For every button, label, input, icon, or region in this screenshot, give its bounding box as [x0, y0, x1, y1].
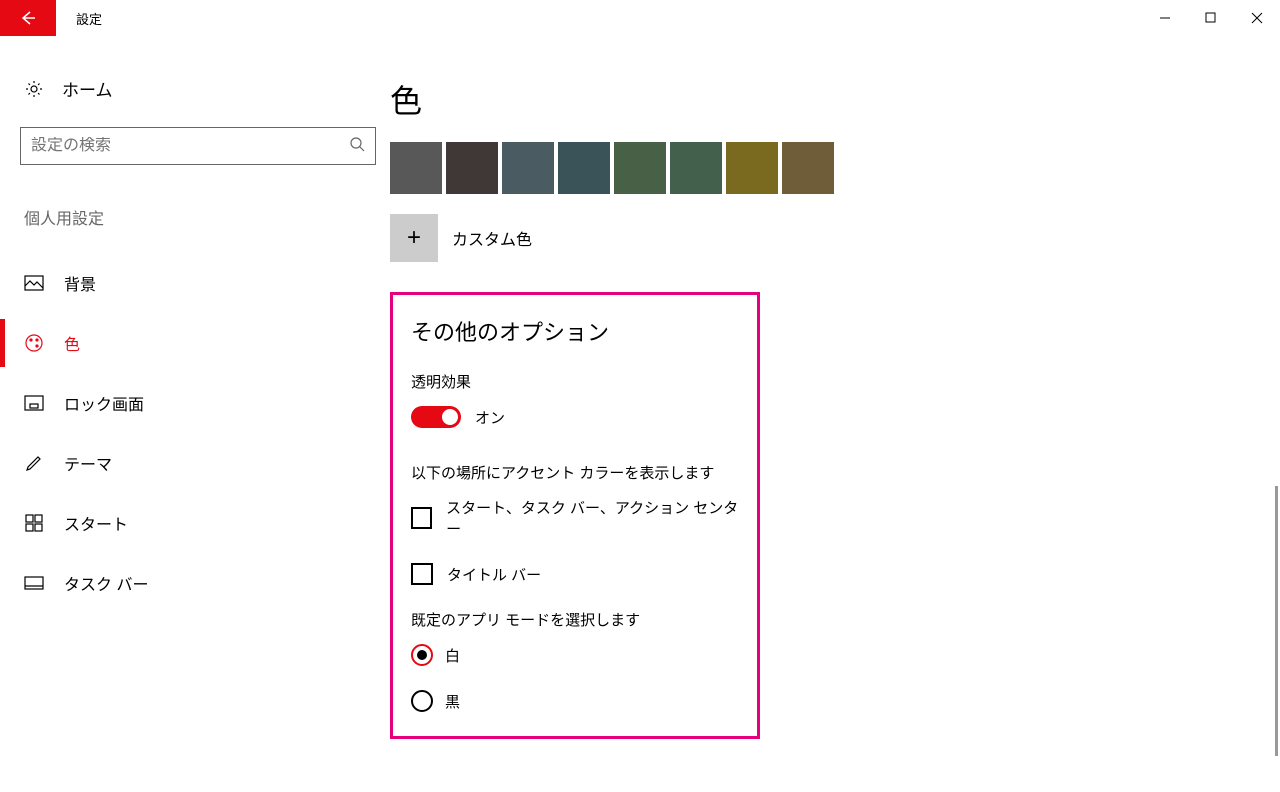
plus-icon: +: [407, 224, 421, 252]
add-custom-color-button[interactable]: +: [390, 214, 438, 262]
checkbox-label: スタート、タスク バー、アクション センター: [446, 497, 739, 539]
sidebar-item-label: 色: [64, 331, 80, 355]
back-button[interactable]: [0, 0, 56, 36]
sidebar-item-label: 背景: [64, 271, 96, 295]
window-controls: [1142, 0, 1280, 36]
radio-icon: [411, 644, 433, 666]
checkbox-titlebar[interactable]: タイトル バー: [411, 563, 739, 585]
palette-icon: [24, 333, 44, 353]
custom-color-row: + カスタム色: [390, 214, 1270, 262]
sidebar-item-taskbar[interactable]: タスク バー: [20, 559, 360, 607]
sidebar-item-label: ロック画面: [64, 391, 144, 415]
sidebar-item-label: テーマ: [64, 451, 112, 475]
radio-icon: [411, 690, 433, 712]
taskbar-icon: [24, 576, 44, 590]
section-label: 個人用設定: [20, 205, 360, 229]
scrollbar[interactable]: [1275, 486, 1278, 756]
toggle-state-label: オン: [475, 407, 505, 428]
color-swatch[interactable]: [558, 142, 610, 194]
color-swatch[interactable]: [782, 142, 834, 194]
search-box[interactable]: [20, 127, 376, 165]
custom-color-label: カスタム色: [452, 226, 532, 250]
search-input[interactable]: [31, 137, 349, 155]
page-title: 色: [390, 76, 1270, 122]
main-content: 色 + カスタム色 その他のオプション 透明効果 オン 以下の場所にアクセント …: [380, 36, 1280, 792]
picture-icon: [24, 275, 44, 291]
color-swatch[interactable]: [502, 142, 554, 194]
home-link[interactable]: ホーム: [20, 76, 360, 101]
close-button[interactable]: [1234, 0, 1280, 36]
sidebar-item-label: タスク バー: [64, 571, 148, 595]
back-arrow-icon: [18, 8, 38, 28]
sidebar-item-lockscreen[interactable]: ロック画面: [20, 379, 360, 427]
color-swatch[interactable]: [614, 142, 666, 194]
color-swatch[interactable]: [390, 142, 442, 194]
radio-light-mode[interactable]: 白: [411, 644, 739, 666]
transparency-toggle[interactable]: [411, 406, 461, 428]
start-icon: [24, 514, 44, 532]
search-icon: [349, 136, 365, 157]
sidebar: ホーム 個人用設定 背景 色 ロック画面 テーマ スタート タスク: [0, 36, 380, 792]
sidebar-item-start[interactable]: スタート: [20, 499, 360, 547]
sidebar-item-colors[interactable]: 色: [20, 319, 360, 367]
checkbox-label: タイトル バー: [447, 564, 541, 585]
color-swatch-row: [390, 142, 1270, 194]
transparency-label: 透明効果: [411, 371, 739, 392]
maximize-button[interactable]: [1188, 0, 1234, 36]
accent-label: 以下の場所にアクセント カラーを表示します: [411, 462, 739, 483]
checkbox-icon: [411, 563, 433, 585]
gear-icon: [24, 79, 44, 99]
lockscreen-icon: [24, 395, 44, 411]
checkbox-start-taskbar[interactable]: スタート、タスク バー、アクション センター: [411, 497, 739, 539]
color-swatch[interactable]: [670, 142, 722, 194]
color-swatch[interactable]: [446, 142, 498, 194]
checkbox-icon: [411, 507, 432, 529]
other-options-title: その他のオプション: [411, 315, 739, 347]
color-swatch[interactable]: [726, 142, 778, 194]
sidebar-item-background[interactable]: 背景: [20, 259, 360, 307]
brush-icon: [24, 453, 44, 473]
radio-dark-mode[interactable]: 黒: [411, 690, 739, 712]
sidebar-item-label: スタート: [64, 511, 128, 535]
home-label: ホーム: [62, 76, 113, 101]
window-title: 設定: [76, 9, 102, 28]
radio-label: 白: [445, 645, 460, 666]
titlebar: 設定: [0, 0, 1280, 36]
sidebar-item-themes[interactable]: テーマ: [20, 439, 360, 487]
other-options-box: その他のオプション 透明効果 オン 以下の場所にアクセント カラーを表示します …: [390, 292, 760, 739]
radio-label: 黒: [445, 691, 460, 712]
minimize-button[interactable]: [1142, 0, 1188, 36]
app-mode-label: 既定のアプリ モードを選択します: [411, 609, 739, 630]
